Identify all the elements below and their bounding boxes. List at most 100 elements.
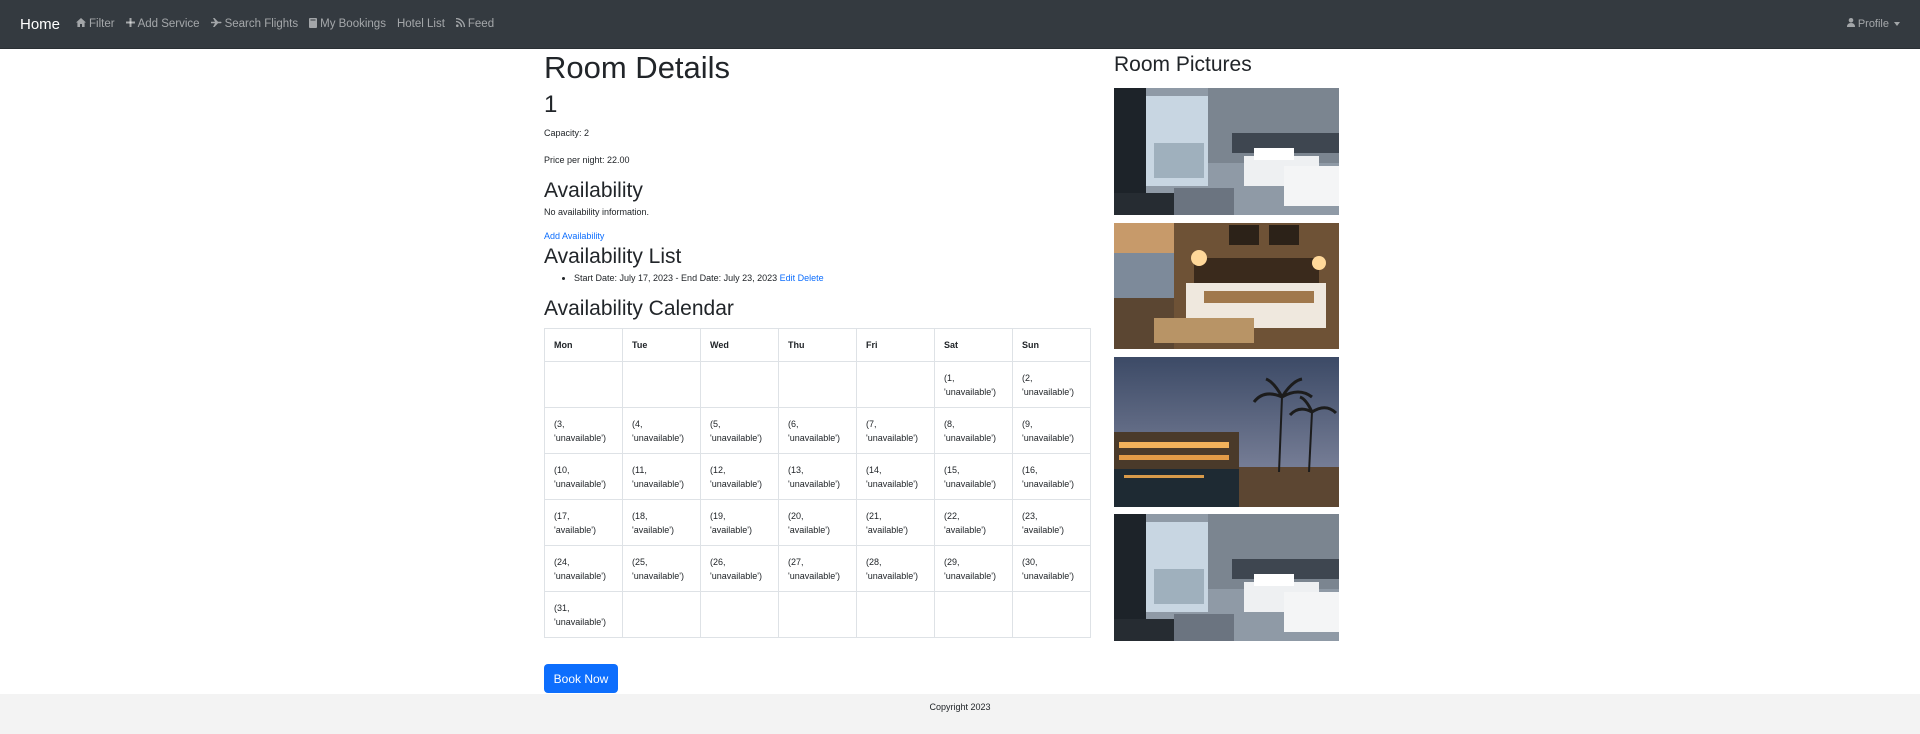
calendar-day-cell: (26, 'unavailable') [700, 545, 779, 592]
calendar-day-cell: (11, 'unavailable') [622, 453, 701, 500]
rss-icon [455, 17, 465, 30]
calendar-day-cell: (10, 'unavailable') [544, 453, 623, 500]
room-capacity: Capacity: 2 [544, 128, 590, 138]
calendar-day-cell: (7, 'unavailable') [856, 407, 935, 454]
nav-add-service-label: Add Service [137, 18, 200, 30]
nav-filter-link[interactable]: Filter [76, 18, 115, 30]
nav-my-bookings-label: My Bookings [320, 18, 386, 30]
calendar-day-cell [622, 361, 701, 408]
edit-availability-link[interactable]: Edit [780, 273, 796, 283]
nav-hotel-list-link[interactable]: Hotel List [397, 18, 445, 30]
calendar-week-row: (17, 'available') (18, 'available') (19, '… [544, 499, 1091, 546]
calendar-day-cell: (15, 'unavailable') [934, 453, 1013, 500]
calendar-day-cell [1012, 591, 1091, 638]
top-navbar: Home Filter Add Service Search Flights M… [0, 0, 1920, 49]
calendar-day-cell: (12, 'unavailable') [700, 453, 779, 500]
nav-feed-label: Feed [467, 18, 495, 30]
home-icon [76, 18, 87, 30]
calendar-day-cell [700, 591, 779, 638]
availability-list-item: Start Date: July 17, 2023 - End Date: Ju… [574, 273, 1091, 283]
calendar-day-cell: (17, 'available') [544, 499, 623, 546]
calendar-day-cell: (28, 'unavailable') [856, 545, 935, 592]
copyright-text: Copyright 2023 [929, 702, 991, 712]
calendar-body: (1, 'unavailable') (2, 'unavailable') (3, … [544, 361, 1091, 638]
room-pictures-heading: Room Pictures [1114, 53, 1252, 76]
calendar-week-row: (31, 'unavailable') [544, 591, 1091, 638]
book-now-button[interactable]: Book Now [544, 664, 618, 693]
calendar-day-cell: (14, 'unavailable') [856, 453, 935, 500]
calendar-day-cell: (31, 'unavailable') [544, 591, 623, 638]
calendar-day-header: Sat [934, 328, 1013, 362]
calendar-day-cell: (1, 'unavailable') [934, 361, 1013, 408]
nav-links: Filter Add Service Search Flights My Boo… [76, 17, 505, 31]
nav-search-flights-link[interactable]: Search Flights [210, 18, 299, 30]
calendar-day-cell: (8, 'unavailable') [934, 407, 1013, 454]
calendar-day-cell: (4, 'unavailable') [622, 407, 701, 454]
calendar-day-cell: (19, 'available') [700, 499, 779, 546]
calendar-day-header: Mon [544, 328, 623, 362]
calendar-day-cell: (2, 'unavailable') [1012, 361, 1091, 408]
calendar-day-header: Tue [622, 328, 701, 362]
profile-dropdown[interactable]: Profile [1846, 18, 1900, 30]
calendar-week-row: (24, 'unavailable') (25, 'unavailable') (2… [544, 545, 1091, 592]
availability-range-text: Start Date: July 17, 2023 - End Date: Ju… [574, 273, 778, 283]
page-title: Room Details [544, 50, 731, 85]
calendar-week-row: (1, 'unavailable') (2, 'unavailable') [544, 361, 1091, 408]
hotel-room-twin-beds-photo [1114, 88, 1339, 215]
calendar-day-cell: (13, 'unavailable') [778, 453, 857, 500]
calendar-day-cell: (24, 'unavailable') [544, 545, 623, 592]
nav-search-flights-label: Search Flights [224, 18, 299, 30]
calendar-day-cell: (25, 'unavailable') [622, 545, 701, 592]
brand-home-link[interactable]: Home [20, 16, 60, 33]
room-number: 1 [544, 91, 558, 118]
calendar-day-header: Fri [856, 328, 935, 362]
calendar-day-cell: (30, 'unavailable') [1012, 545, 1091, 592]
calendar-header-row: Mon Tue Wed Thu Fri Sat Sun [544, 328, 1091, 362]
calendar-day-cell: (5, 'unavailable') [700, 407, 779, 454]
calendar-day-cell [856, 361, 935, 408]
plus-icon [125, 18, 135, 30]
no-availability-text: No availability information. [544, 207, 650, 217]
calendar-week-row: (3, 'unavailable') (4, 'unavailable') (5, … [544, 407, 1091, 454]
room-price: Price per night: 22.00 [544, 155, 630, 165]
nav-my-bookings-link[interactable]: My Bookings [309, 17, 386, 31]
availability-heading: Availability [544, 179, 643, 202]
book-icon [309, 17, 318, 31]
resort-pool-palms-photo [1114, 357, 1339, 507]
calendar-day-cell: (6, 'unavailable') [778, 407, 857, 454]
hotel-room-king-bed-photo [1114, 223, 1339, 349]
calendar-day-cell: (18, 'available') [622, 499, 701, 546]
calendar-day-cell: (22, 'available') [934, 499, 1013, 546]
calendar-day-header: Sun [1012, 328, 1091, 362]
chevron-down-icon [1894, 22, 1900, 26]
calendar-day-cell [700, 361, 779, 408]
room-details-section: Room Details 1 Capacity: 2 Price per nig… [544, 49, 1091, 638]
calendar-day-cell: (16, 'unavailable') [1012, 453, 1091, 500]
calendar-day-cell: (3, 'unavailable') [544, 407, 623, 454]
calendar-day-cell: (29, 'unavailable') [934, 545, 1013, 592]
user-icon [1846, 18, 1855, 30]
add-availability-link[interactable]: Add Availability [544, 231, 604, 241]
calendar-day-cell: (21, 'available') [856, 499, 935, 546]
profile-label: Profile [1857, 18, 1889, 30]
calendar-day-header: Thu [778, 328, 857, 362]
nav-hotel-list-label: Hotel List [396, 18, 445, 30]
plane-icon [210, 18, 222, 30]
availability-calendar-heading: Availability Calendar [544, 297, 734, 320]
calendar-day-cell: (9, 'unavailable') [1012, 407, 1091, 454]
calendar-day-cell [778, 361, 857, 408]
room-pictures-section: Room Pictures [1114, 49, 1339, 641]
calendar-day-cell: (27, 'unavailable') [778, 545, 857, 592]
calendar-day-header: Wed [700, 328, 779, 362]
calendar-day-cell [856, 591, 935, 638]
delete-availability-link[interactable]: Delete [798, 273, 824, 283]
nav-filter-label: Filter [89, 18, 115, 30]
calendar-day-cell [934, 591, 1013, 638]
calendar-day-cell [778, 591, 857, 638]
hotel-room-twin-beds-photo [1114, 514, 1339, 641]
nav-add-service-link[interactable]: Add Service [125, 18, 200, 30]
calendar-day-cell [544, 361, 623, 408]
availability-calendar: Mon Tue Wed Thu Fri Sat Sun (1, 'unavail… [544, 328, 1091, 638]
calendar-day-cell [622, 591, 701, 638]
nav-feed-link[interactable]: Feed [455, 17, 495, 30]
